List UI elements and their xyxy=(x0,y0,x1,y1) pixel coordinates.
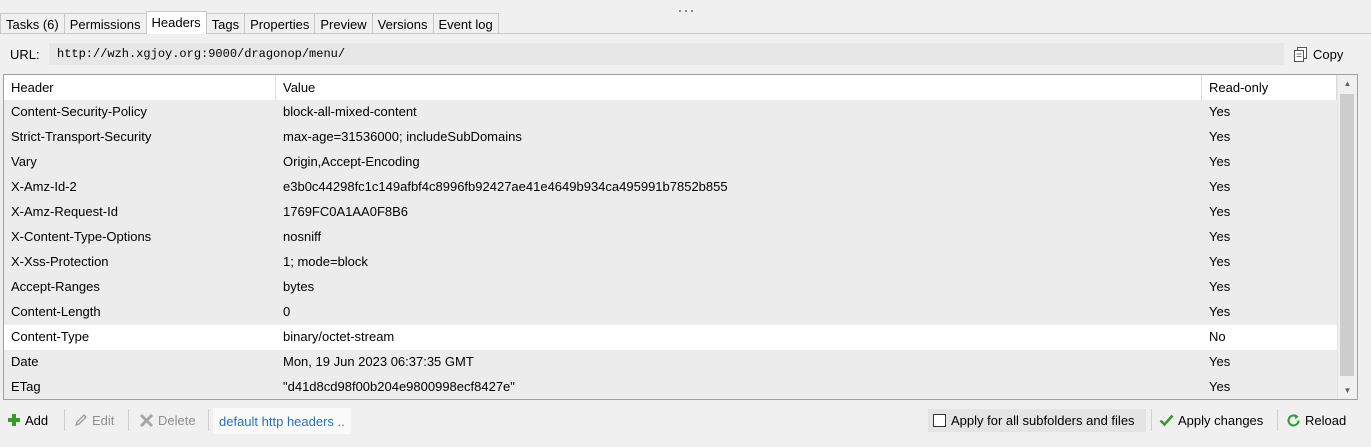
cell-readonly: Yes xyxy=(1209,104,1231,119)
tab-headers[interactable]: Headers xyxy=(145,11,207,34)
table-row[interactable]: Content-Length 0 Yes xyxy=(4,300,1337,325)
toolbar-separator xyxy=(1277,409,1278,431)
cell-readonly: Yes xyxy=(1209,204,1231,219)
grid-rows: Content-Security-Policy block-all-mixed-c… xyxy=(4,100,1337,399)
table-row[interactable]: X-Content-Type-Options nosniff Yes xyxy=(4,225,1337,250)
reload-icon xyxy=(1286,413,1301,428)
copy-label: Copy xyxy=(1313,46,1344,62)
cell-readonly: Yes xyxy=(1209,179,1231,194)
tab-bar: Tasks (6) Permissions Headers Tags Prope… xyxy=(0,11,499,34)
tab-properties[interactable]: Properties xyxy=(244,13,316,34)
headers-grid: Header Value Read-only Content-Security-… xyxy=(3,74,1358,400)
apply-changes-label: Apply changes xyxy=(1178,412,1264,428)
cell-readonly: Yes xyxy=(1209,279,1231,294)
table-row[interactable]: Content-Security-Policy block-all-mixed-c… xyxy=(4,100,1337,125)
apply-changes-button[interactable]: Apply changes xyxy=(1159,409,1263,431)
url-label: URL: xyxy=(10,47,40,62)
cell-value: Mon, 19 Jun 2023 06:37:35 GMT xyxy=(283,354,474,369)
add-label: Add xyxy=(25,412,49,428)
url-row: URL: http://wzh.xgjoy.org:9000/dragonop/… xyxy=(0,42,1371,66)
delete-x-icon xyxy=(139,413,154,428)
apply-all-checkbox[interactable] xyxy=(933,414,946,427)
scroll-down-icon[interactable]: ▼ xyxy=(1338,382,1357,399)
toolbar-separator xyxy=(1151,409,1152,431)
table-row[interactable]: X-Amz-Id-2 e3b0c44298fc1c149afbf4c8996fb9… xyxy=(4,175,1337,200)
cell-header: X-Xss-Protection xyxy=(11,254,109,269)
cell-header: X-Amz-Request-Id xyxy=(11,204,118,219)
tab-permissions[interactable]: Permissions xyxy=(63,13,147,34)
cell-value: 1; mode=block xyxy=(283,254,368,269)
url-field[interactable]: http://wzh.xgjoy.org:9000/dragonop/menu/ xyxy=(49,43,1284,65)
splitter-grip[interactable] xyxy=(0,0,1371,12)
edit-button[interactable]: Edit xyxy=(74,409,114,431)
table-row[interactable]: X-Xss-Protection 1; mode=block Yes xyxy=(4,250,1337,275)
bottom-toolbar: Add Edit Delete default http headers .. … xyxy=(0,406,1371,434)
cell-value: binary/octet-stream xyxy=(283,329,395,344)
cell-readonly: Yes xyxy=(1209,304,1231,319)
cell-readonly: No xyxy=(1209,329,1226,344)
cell-value: Origin,Accept-Encoding xyxy=(283,154,420,169)
toolbar-separator xyxy=(64,409,65,431)
plus-icon xyxy=(7,413,21,427)
table-row[interactable]: Vary Origin,Accept-Encoding Yes xyxy=(4,150,1337,175)
cell-value: nosniff xyxy=(283,229,322,244)
cell-header: Content-Type xyxy=(11,329,90,344)
cell-value: "d41d8cd98f00b204e9800998ecf8427e" xyxy=(283,379,515,394)
delete-button[interactable]: Delete xyxy=(139,409,196,431)
cell-header: Vary xyxy=(11,154,37,169)
toolbar-separator xyxy=(208,409,209,431)
cell-readonly: Yes xyxy=(1209,154,1231,169)
column-header-header[interactable]: Header xyxy=(4,75,276,100)
checkmark-icon xyxy=(1159,413,1174,427)
cell-readonly: Yes xyxy=(1209,254,1231,269)
cell-value: max-age=31536000; includeSubDomains xyxy=(283,129,522,144)
table-row[interactable]: X-Amz-Request-Id 1769FC0A1AA0F8B6 Yes xyxy=(4,200,1337,225)
toolbar-separator xyxy=(128,409,129,431)
column-header-readonly[interactable]: Read-only xyxy=(1202,75,1337,100)
default-http-headers-link[interactable]: default http headers .. xyxy=(213,408,351,434)
tab-preview[interactable]: Preview xyxy=(314,13,373,34)
scrollbar-thumb[interactable] xyxy=(1340,94,1354,376)
cell-value: bytes xyxy=(283,279,315,294)
apply-all-label: Apply for all subfolders and files xyxy=(951,413,1135,428)
cell-value: block-all-mixed-content xyxy=(283,104,417,119)
scroll-up-icon[interactable]: ▲ xyxy=(1338,75,1357,92)
cell-header: X-Amz-Id-2 xyxy=(11,179,77,194)
cell-readonly: Yes xyxy=(1209,129,1231,144)
column-header-value[interactable]: Value xyxy=(276,75,1202,100)
reload-label: Reload xyxy=(1305,412,1347,428)
cell-header: Strict-Transport-Security xyxy=(11,129,152,144)
reload-button[interactable]: Reload xyxy=(1286,409,1346,431)
edit-label: Edit xyxy=(92,412,115,428)
table-row[interactable]: ETag "d41d8cd98f00b204e9800998ecf8427e" Ye… xyxy=(4,375,1337,399)
vertical-scrollbar[interactable]: ▲ ▼ xyxy=(1337,75,1357,399)
add-button[interactable]: Add xyxy=(7,409,48,431)
cell-value: 1769FC0A1AA0F8B6 xyxy=(283,204,409,219)
apply-all-checkbox-group[interactable]: Apply for all subfolders and files xyxy=(928,409,1146,432)
tab-versions[interactable]: Versions xyxy=(371,13,434,34)
cell-header: Date xyxy=(11,354,39,369)
cell-value: e3b0c44298fc1c149afbf4c8996fb92427ae41e4… xyxy=(283,179,728,194)
tab-tasks[interactable]: Tasks (6) xyxy=(0,13,65,34)
cell-header: ETag xyxy=(11,379,41,394)
cell-readonly: Yes xyxy=(1209,229,1231,244)
tab-event-log[interactable]: Event log xyxy=(432,13,499,34)
grid-header: Header Value Read-only xyxy=(4,75,1337,101)
tab-tags[interactable]: Tags xyxy=(205,13,246,34)
cell-header: X-Content-Type-Options xyxy=(11,229,152,244)
cell-header: Accept-Ranges xyxy=(11,279,100,294)
cell-header: Content-Security-Policy xyxy=(11,104,147,119)
cell-readonly: Yes xyxy=(1209,379,1231,394)
table-row[interactable]: Strict-Transport-Security max-age=3153600… xyxy=(4,125,1337,150)
pencil-icon xyxy=(74,413,88,427)
cell-header: Content-Length xyxy=(11,304,101,319)
delete-label: Delete xyxy=(158,412,196,428)
table-row-selected[interactable]: Content-Type binary/octet-stream No xyxy=(4,325,1337,350)
copy-icon xyxy=(1293,46,1309,62)
cell-value: 0 xyxy=(283,304,291,319)
table-row[interactable]: Accept-Ranges bytes Yes xyxy=(4,275,1337,300)
cell-readonly: Yes xyxy=(1209,354,1231,369)
copy-button[interactable]: Copy xyxy=(1293,44,1343,64)
table-row[interactable]: Date Mon, 19 Jun 2023 06:37:35 GMT Yes xyxy=(4,350,1337,375)
